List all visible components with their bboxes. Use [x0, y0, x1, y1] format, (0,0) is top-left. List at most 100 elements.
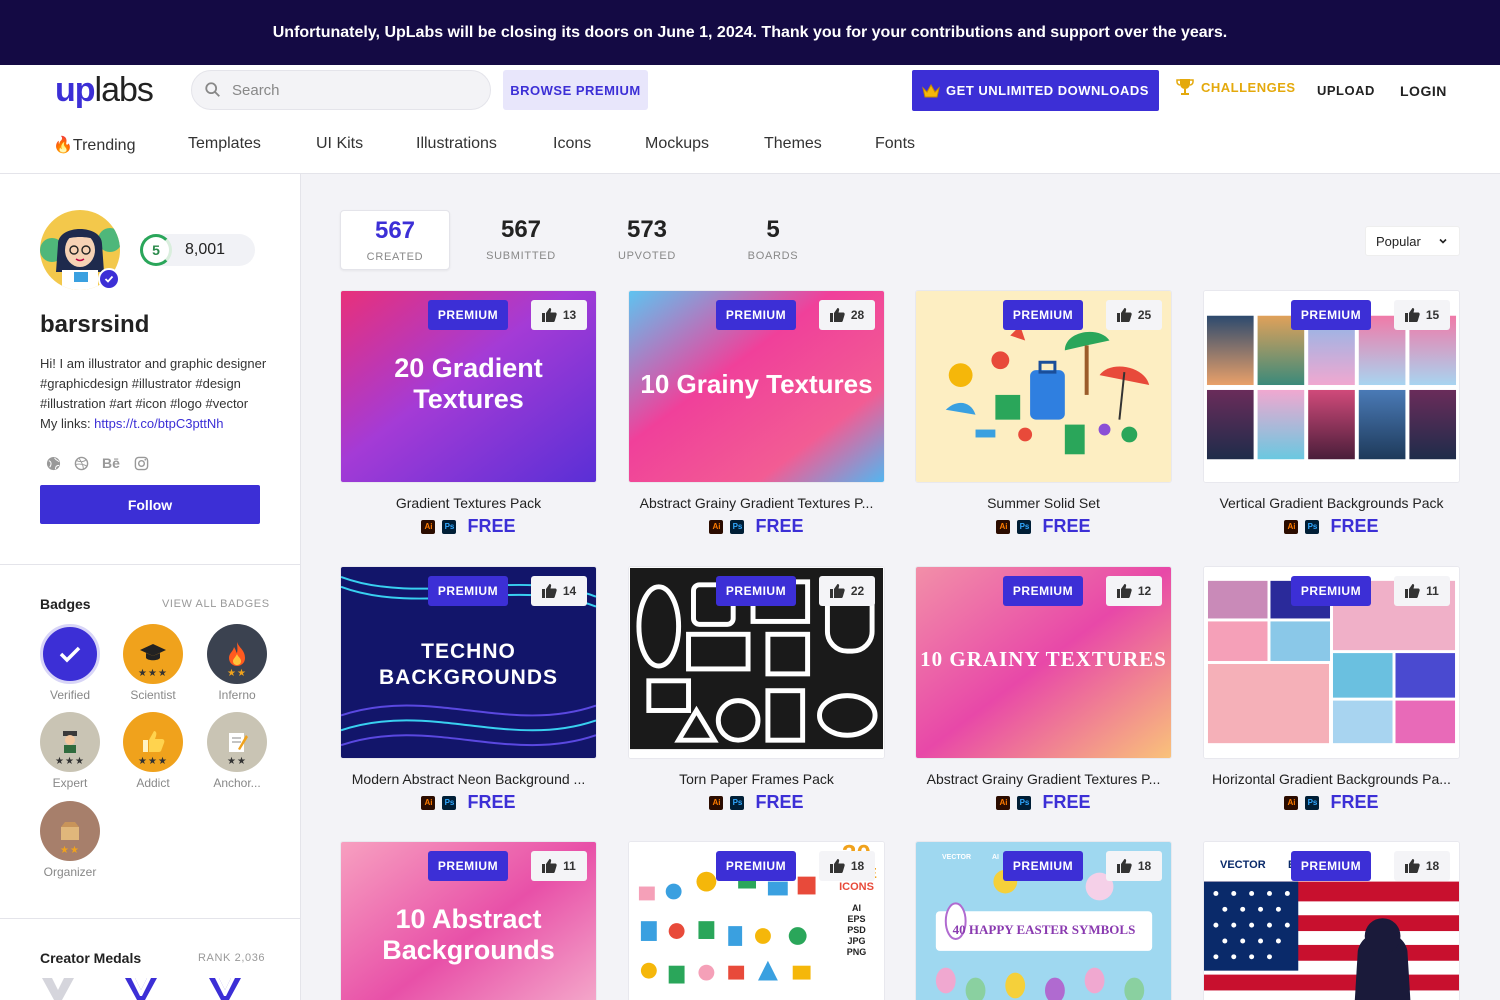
likes-button[interactable]: 18	[1106, 851, 1162, 881]
view-all-badges-link[interactable]: VIEW ALL BADGES	[162, 598, 270, 610]
follow-button[interactable]: Follow	[40, 485, 260, 524]
thumbnail-heading-line: AI	[852, 903, 861, 913]
shot-thumbnail[interactable]: 30 CUTE ICONS AI EPS PSD JPG PNG PREMIUM…	[628, 841, 885, 1000]
nav-item-ui-kits[interactable]: UI Kits	[316, 135, 363, 153]
bio-link[interactable]: https://t.co/btpC3pttNh	[94, 416, 223, 431]
likes-count: 13	[562, 308, 577, 322]
shot-thumbnail[interactable]: PREMIUM 15	[1203, 290, 1460, 483]
chevron-down-icon	[1439, 238, 1447, 244]
badge-organizer[interactable]: ★★ Organizer	[40, 801, 100, 881]
shot-thumbnail[interactable]: 10 GRAINY TEXTURES PREMIUM 12	[915, 566, 1172, 759]
search-box[interactable]	[191, 70, 491, 110]
stat-submitted-tab[interactable]: 567 SUBMITTED	[466, 210, 576, 270]
nav-item-mockups[interactable]: Mockups	[645, 135, 709, 153]
likes-button[interactable]: 15	[1394, 300, 1450, 330]
shot-title[interactable]: Abstract Grainy Gradient Textures P...	[915, 771, 1172, 788]
premium-tag: PREMIUM	[1291, 851, 1371, 881]
medals-rank: RANK 2,036	[198, 952, 266, 964]
medal-blue-icon	[125, 978, 157, 1000]
behance-icon[interactable]: Bē	[101, 455, 121, 471]
login-link[interactable]: LOGIN	[1400, 83, 1447, 99]
shot-thumbnail[interactable]: 10 Abstract Backgrounds PREMIUM 11	[340, 841, 597, 1000]
stat-created-tab[interactable]: 567 CREATED	[340, 210, 450, 270]
stat-upvoted-tab[interactable]: 573 UPVOTED	[592, 210, 702, 270]
likes-button[interactable]: 14	[531, 576, 587, 606]
get-unlimited-downloads-button[interactable]: GET UNLIMITED DOWNLOADS	[912, 70, 1159, 111]
shot-title[interactable]: Modern Abstract Neon Background ...	[340, 771, 597, 788]
photoshop-icon: Ps	[442, 795, 457, 810]
shot-card[interactable]: PREMIUM 22 Torn Paper Frames Pack Ai Ps …	[628, 566, 885, 813]
likes-button[interactable]: 11	[1394, 576, 1450, 606]
nav-item-icons[interactable]: Icons	[553, 135, 591, 153]
shot-card[interactable]: 10 Grainy Textures PREMIUM 28 Abstract G…	[628, 290, 885, 537]
shot-card[interactable]: 20 Gradient Textures PREMIUM 13 Gradient…	[340, 290, 597, 537]
shot-card[interactable]: VECTOR EP PREMIUM 18	[1203, 841, 1460, 1000]
badge-label: Verified	[49, 688, 91, 702]
globe-icon[interactable]	[45, 455, 61, 471]
illustrator-icon: Ai	[709, 519, 724, 534]
shot-card[interactable]: 10 Abstract Backgrounds PREMIUM 11	[340, 841, 597, 1000]
thumbnail-heading-line: PNG	[846, 947, 867, 957]
shot-card[interactable]: PREMIUM 25 Summer Solid Set Ai Ps FREE	[915, 290, 1172, 537]
shot-card[interactable]: 10 GRAINY TEXTURES PREMIUM 12 Abstract G…	[915, 566, 1172, 813]
shot-card[interactable]: 30 CUTE ICONS AI EPS PSD JPG PNG PREMIUM…	[628, 841, 885, 1000]
thumbs-up-icon	[829, 308, 845, 322]
nav-item-templates[interactable]: Templates	[188, 135, 261, 153]
shot-thumbnail[interactable]: 40 HAPPY EASTER SYMBOLS VECTOR AI PREMIU…	[915, 841, 1172, 1000]
shot-title[interactable]: Horizontal Gradient Backgrounds Pa...	[1203, 771, 1460, 788]
illustrator-icon: Ai	[996, 795, 1011, 810]
likes-button[interactable]: 18	[819, 851, 875, 881]
main-content: 567 CREATED 567 SUBMITTED 573 UPVOTED 5 …	[301, 174, 1500, 1000]
shot-card[interactable]: 40 HAPPY EASTER SYMBOLS VECTOR AI PREMIU…	[915, 841, 1172, 1000]
dribbble-icon[interactable]	[73, 455, 89, 471]
nav-item-trending[interactable]: 🔥Trending	[53, 135, 135, 155]
shot-thumbnail[interactable]: 10 Grainy Textures PREMIUM 28	[628, 290, 885, 483]
price-label: FREE	[755, 792, 804, 812]
stat-boards-tab[interactable]: 5 BOARDS	[718, 210, 828, 270]
badge-label: Organizer	[43, 865, 97, 879]
shot-card[interactable]: PREMIUM 15 Vertical Gradient Backgrounds…	[1203, 290, 1460, 537]
uplabs-logo[interactable]: uplabs	[55, 71, 154, 109]
nav-item-illustrations[interactable]: Illustrations	[416, 135, 497, 153]
badge-label: Inferno	[218, 688, 256, 702]
shot-card[interactable]: PREMIUM 11 Horizontal Gradient Backgroun…	[1203, 566, 1460, 813]
stat-number: 567	[374, 217, 416, 244]
badge-verified[interactable]: Verified	[40, 624, 100, 704]
shot-thumbnail[interactable]: PREMIUM 25	[915, 290, 1172, 483]
logo-up: up	[55, 71, 96, 109]
badge-anchor[interactable]: ★★ Anchor...	[207, 712, 267, 792]
shot-thumbnail[interactable]: TECHNO BACKGROUNDS PREMIUM 14	[340, 566, 597, 759]
shot-title[interactable]: Abstract Grainy Gradient Textures P...	[628, 495, 885, 512]
likes-button[interactable]: 11	[531, 851, 587, 881]
shot-thumbnail[interactable]: 20 Gradient Textures PREMIUM 13	[340, 290, 597, 483]
upload-link[interactable]: UPLOAD	[1317, 83, 1375, 98]
sort-select[interactable]: Popular	[1365, 226, 1460, 256]
browse-premium-button[interactable]: BROWSE PREMIUM	[503, 70, 648, 110]
likes-button[interactable]: 22	[819, 576, 875, 606]
badge-expert[interactable]: ★★★ Expert	[40, 712, 100, 792]
instagram-icon[interactable]	[133, 455, 149, 471]
shot-thumbnail[interactable]: PREMIUM 22	[628, 566, 885, 759]
likes-button[interactable]: 18	[1394, 851, 1450, 881]
shot-thumbnail[interactable]: VECTOR EP PREMIUM 18	[1203, 841, 1460, 1000]
challenges-link[interactable]: CHALLENGES	[1175, 77, 1296, 97]
shot-title[interactable]: Gradient Textures Pack	[340, 495, 597, 512]
likes-button[interactable]: 13	[531, 300, 587, 330]
shot-title[interactable]: Vertical Gradient Backgrounds Pack	[1203, 495, 1460, 512]
shot-thumbnail[interactable]: PREMIUM 11	[1203, 566, 1460, 759]
likes-button[interactable]: 25	[1106, 300, 1162, 330]
badge-addict[interactable]: ★★★ Addict	[123, 712, 183, 792]
likes-button[interactable]: 12	[1106, 576, 1162, 606]
likes-button[interactable]: 28	[819, 300, 875, 330]
nav-item-themes[interactable]: Themes	[764, 135, 822, 153]
premium-tag: PREMIUM	[716, 300, 796, 330]
badge-scientist[interactable]: ★★★ Scientist	[123, 624, 183, 704]
badge-inferno[interactable]: ★★ Inferno	[207, 624, 267, 704]
shot-card[interactable]: TECHNO BACKGROUNDS PREMIUM 14 Modern Abs…	[340, 566, 597, 813]
photoshop-icon: Ps	[1017, 519, 1032, 534]
shot-title[interactable]: Summer Solid Set	[915, 495, 1172, 512]
likes-count: 18	[1425, 859, 1440, 873]
shot-title[interactable]: Torn Paper Frames Pack	[628, 771, 885, 788]
nav-item-fonts[interactable]: Fonts	[875, 135, 915, 153]
search-input[interactable]	[232, 81, 472, 99]
